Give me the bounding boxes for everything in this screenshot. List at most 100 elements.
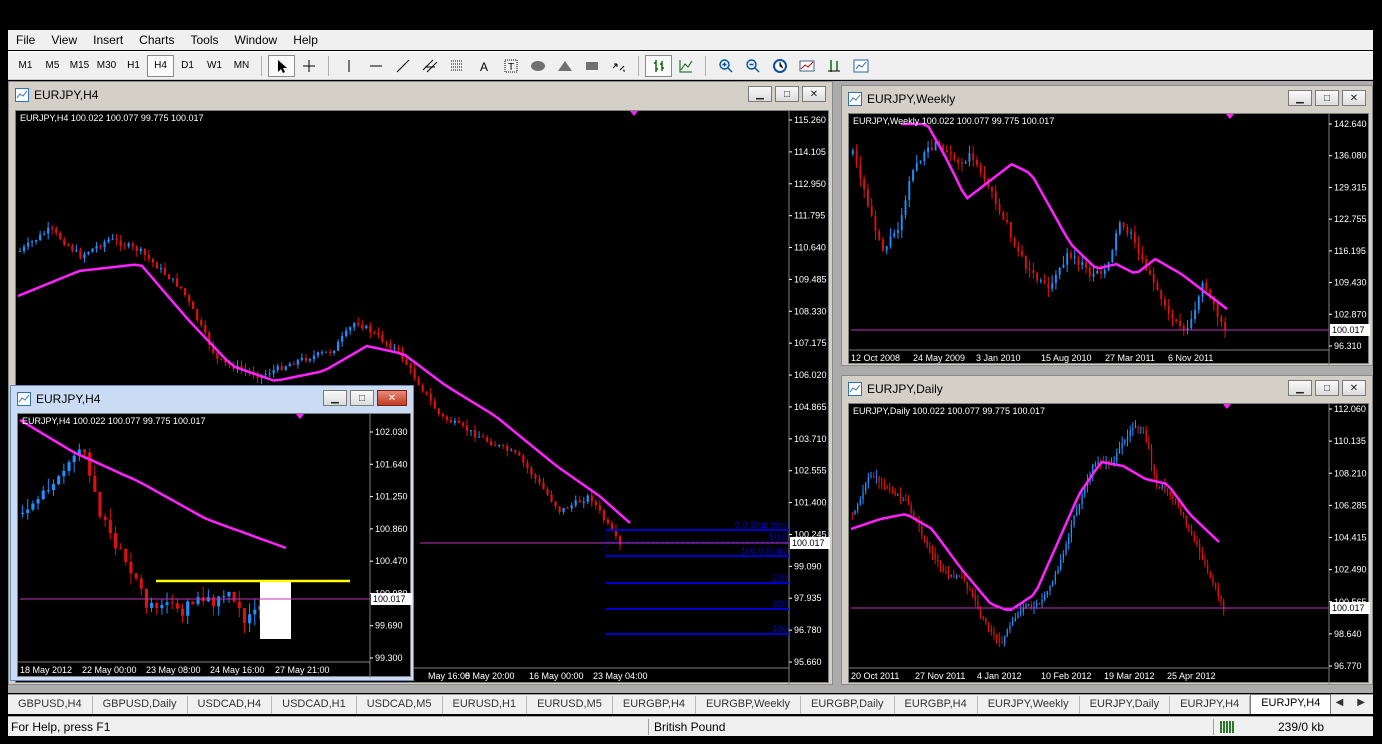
chart-template-icon[interactable] bbox=[793, 55, 820, 77]
tab-eurgbp-h4-2[interactable]: EURGBP,H4 bbox=[895, 696, 978, 714]
candle-body bbox=[320, 352, 324, 354]
candle-body bbox=[485, 437, 489, 442]
chart-canvas[interactable]: 102.030 101.640 101.250 100.860 100.470 100.0… bbox=[17, 413, 412, 678]
menu-charts[interactable]: Charts bbox=[131, 30, 182, 50]
minimize-button[interactable]: ▁ bbox=[323, 390, 347, 406]
minimize-button[interactable]: ▁ bbox=[748, 86, 772, 102]
line-chart-icon[interactable] bbox=[672, 55, 699, 77]
timeframe-m1-button[interactable]: M1 bbox=[12, 55, 39, 77]
crosshair-icon[interactable] bbox=[295, 55, 322, 77]
tab-eurjpy-h4-active[interactable]: EURJPY,H4 bbox=[1250, 694, 1332, 714]
tab-eurjpy-daily[interactable]: EURJPY,Daily bbox=[1080, 696, 1171, 714]
maximize-button[interactable]: □ bbox=[1315, 90, 1339, 106]
tab-eurusd-h1[interactable]: EURUSD,H1 bbox=[443, 696, 528, 714]
horizontal-line-icon[interactable] bbox=[362, 55, 389, 77]
chart-window-eurjpy-weekly[interactable]: EURJPY,Weekly ▁ □ ✕ 142.640 136.080 129.31… bbox=[841, 85, 1373, 366]
close-button[interactable]: ✕ bbox=[802, 86, 826, 102]
scroll-right-icon[interactable]: ▶ bbox=[1357, 697, 1365, 708]
time-axis-label: 22 May 00:00 bbox=[82, 665, 137, 675]
chart-window-eurjpy-h4-zoom[interactable]: EURJPY,H4 ▁ □ ✕ 102.030 101.640 101.250 100… bbox=[10, 385, 414, 681]
tab-eurgbp-daily[interactable]: EURGBP,Daily bbox=[801, 696, 895, 714]
maximize-button[interactable]: □ bbox=[775, 86, 799, 102]
cursor-icon[interactable] bbox=[268, 54, 295, 77]
menu-file[interactable]: File bbox=[8, 30, 43, 50]
candle-body bbox=[1009, 625, 1011, 630]
timeframe-m5-button[interactable]: M5 bbox=[39, 55, 66, 77]
menu-tools[interactable]: Tools bbox=[183, 30, 227, 50]
menu-window[interactable]: Window bbox=[227, 30, 286, 50]
text-label-icon[interactable]: T bbox=[497, 55, 524, 77]
moving-average-line bbox=[850, 460, 1220, 612]
close-button[interactable]: ✕ bbox=[1342, 90, 1366, 106]
candle-body bbox=[518, 452, 521, 456]
status-profile[interactable]: British Pound bbox=[654, 720, 725, 734]
ellipse-icon[interactable] bbox=[524, 55, 551, 77]
arrows-icon[interactable] bbox=[605, 55, 632, 77]
tab-usdcad-h1[interactable]: USDCAD,H1 bbox=[272, 696, 357, 714]
chart-window-eurjpy-daily[interactable]: EURJPY,Daily ▁ □ ✕ 112.060 110.135 108.210… bbox=[841, 375, 1373, 685]
chart-canvas[interactable]: 112.060 110.135 108.210 106.285 104.415 102.4… bbox=[848, 403, 1370, 684]
menu-insert[interactable]: Insert bbox=[85, 30, 131, 50]
bar-chart-icon[interactable] bbox=[645, 54, 672, 77]
tab-eurjpy-h4[interactable]: EURJPY,H4 bbox=[1170, 696, 1251, 714]
candle-body bbox=[1190, 319, 1193, 328]
candle-body bbox=[397, 347, 400, 350]
maximize-button[interactable]: □ bbox=[350, 390, 374, 406]
channel-icon[interactable] bbox=[416, 55, 443, 77]
tab-eurjpy-weekly[interactable]: EURJPY,Weekly bbox=[978, 696, 1080, 714]
tab-usdcad-h4[interactable]: USDCAD,H4 bbox=[188, 696, 273, 714]
tab-gbpusd-h4[interactable]: GBPUSD,H4 bbox=[8, 696, 93, 714]
candle-body bbox=[62, 470, 66, 477]
candlestick-chart[interactable]: 112.060 110.135 108.210 106.285 104.415 102.4… bbox=[849, 404, 1370, 684]
tab-eurusd-m5[interactable]: EURUSD,M5 bbox=[527, 696, 613, 714]
maximize-button[interactable]: □ bbox=[1315, 380, 1339, 396]
tab-eurgbp-h4[interactable]: EURGBP,H4 bbox=[613, 696, 697, 714]
indicators-icon[interactable] bbox=[820, 55, 847, 77]
rectangle-icon[interactable] bbox=[578, 55, 605, 77]
menu-help[interactable]: Help bbox=[285, 30, 326, 50]
tab-eurgbp-weekly[interactable]: EURGBP,Weekly bbox=[696, 696, 801, 714]
candle-body bbox=[1175, 318, 1178, 321]
candle-body bbox=[47, 227, 50, 234]
zoom-in-icon[interactable] bbox=[712, 55, 739, 77]
fibonacci-icon[interactable] bbox=[443, 55, 470, 77]
candle-body bbox=[461, 422, 465, 426]
minimize-button[interactable]: ▁ bbox=[1288, 380, 1312, 396]
vertical-line-icon[interactable] bbox=[335, 55, 362, 77]
triangle-icon[interactable] bbox=[551, 55, 578, 77]
candle-body bbox=[1062, 554, 1065, 560]
timeframe-m30-button[interactable]: M30 bbox=[93, 55, 120, 77]
candle-body bbox=[129, 561, 133, 574]
chart-properties-icon[interactable] bbox=[847, 55, 874, 77]
timeframe-h1-button[interactable]: H1 bbox=[120, 55, 147, 77]
window-controls: ▁ □ ✕ bbox=[1288, 90, 1366, 106]
tab-usdcad-m5[interactable]: USDCAD,M5 bbox=[357, 696, 443, 714]
text-icon[interactable]: A bbox=[470, 55, 497, 77]
price-axis-label: 111.795 bbox=[794, 211, 825, 221]
candle-body bbox=[1038, 603, 1041, 605]
scroll-left-icon[interactable]: ◀ bbox=[1336, 697, 1344, 708]
window-titlebar[interactable]: EURJPY,H4 bbox=[9, 82, 832, 108]
zoom-out-icon[interactable] bbox=[739, 55, 766, 77]
minimize-button[interactable]: ▁ bbox=[1288, 90, 1312, 106]
tab-gbpusd-daily[interactable]: GBPUSD,Daily bbox=[93, 696, 188, 714]
timeframe-mn-button[interactable]: MN bbox=[228, 55, 255, 77]
timeframe-w1-button[interactable]: W1 bbox=[201, 55, 228, 77]
timeframe-h4-button[interactable]: H4 bbox=[147, 54, 174, 77]
chart-canvas[interactable]: 142.640 136.080 129.315 122.755 116.195 109.4… bbox=[848, 113, 1370, 365]
candle-body bbox=[937, 559, 939, 562]
status-bar: For Help, press F1 British Pound 239/0 k… bbox=[8, 716, 1373, 736]
timeframe-d1-button[interactable]: D1 bbox=[174, 55, 201, 77]
close-button[interactable]: ✕ bbox=[1342, 380, 1366, 396]
candle-body bbox=[538, 478, 541, 483]
menu-view[interactable]: View bbox=[43, 30, 85, 50]
candlestick-chart[interactable]: 102.030 101.640 101.250 100.860 100.470 100.0… bbox=[18, 414, 412, 678]
candlestick-chart[interactable]: 142.640 136.080 129.315 122.755 116.195 109.4… bbox=[849, 114, 1370, 365]
timeframe-m15-button[interactable]: M15 bbox=[66, 55, 93, 77]
periods-clock-icon[interactable] bbox=[766, 55, 793, 77]
candle-body bbox=[389, 343, 392, 349]
candle-body bbox=[107, 239, 110, 243]
trendline-icon[interactable] bbox=[389, 55, 416, 77]
close-button[interactable]: ✕ bbox=[377, 390, 407, 406]
current-price-label: 100.017 bbox=[1332, 325, 1365, 335]
